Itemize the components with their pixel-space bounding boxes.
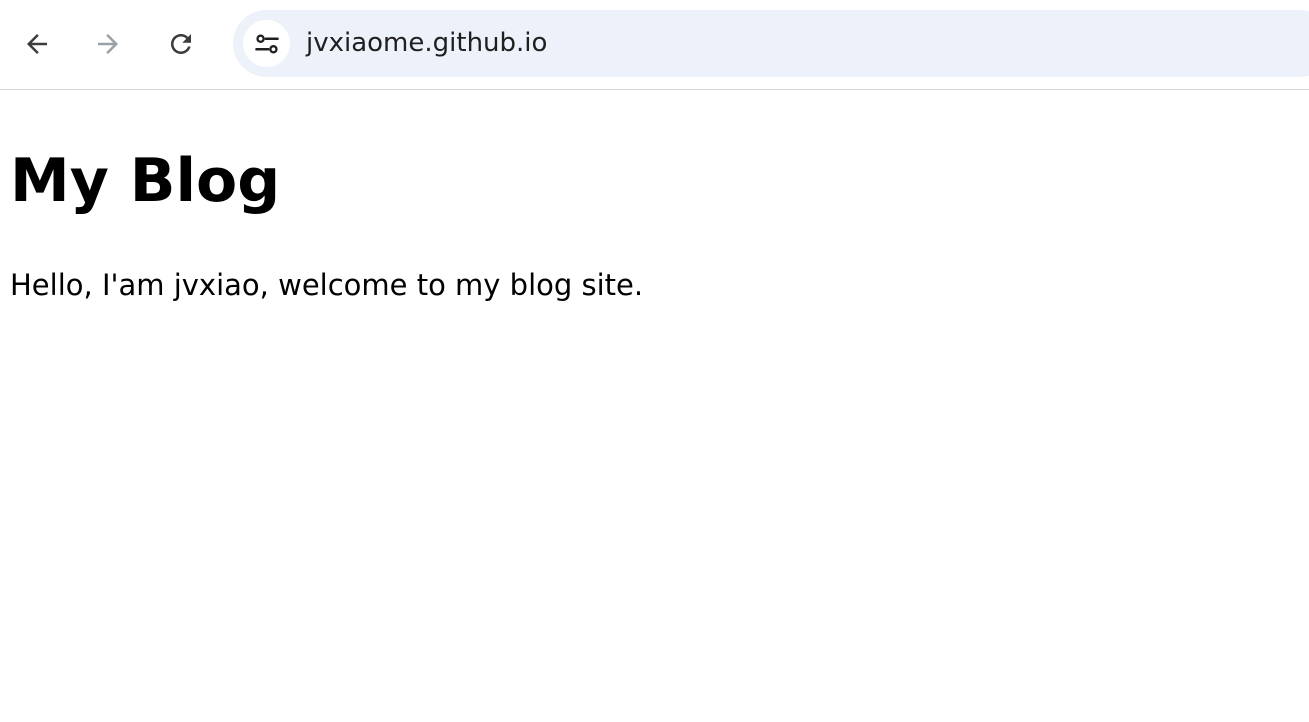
site-info-button[interactable] xyxy=(243,20,290,67)
reload-button[interactable] xyxy=(159,22,203,66)
reload-icon xyxy=(171,34,191,54)
forward-button[interactable] xyxy=(86,22,130,66)
page-content: My Blog Hello, I'am jvxiao, welcome to m… xyxy=(0,91,1309,722)
url-text[interactable]: jvxiaome.github.io xyxy=(306,10,547,77)
address-bar[interactable]: jvxiaome.github.io xyxy=(233,10,1309,77)
arrow-left-icon xyxy=(27,34,47,54)
back-button[interactable] xyxy=(15,22,59,66)
browser-toolbar: jvxiaome.github.io xyxy=(0,0,1309,90)
arrow-right-icon xyxy=(98,34,118,54)
page-title: My Blog xyxy=(10,146,281,216)
intro-text: Hello, I'am jvxiao, welcome to my blog s… xyxy=(10,268,644,302)
tune-icon xyxy=(254,34,279,53)
